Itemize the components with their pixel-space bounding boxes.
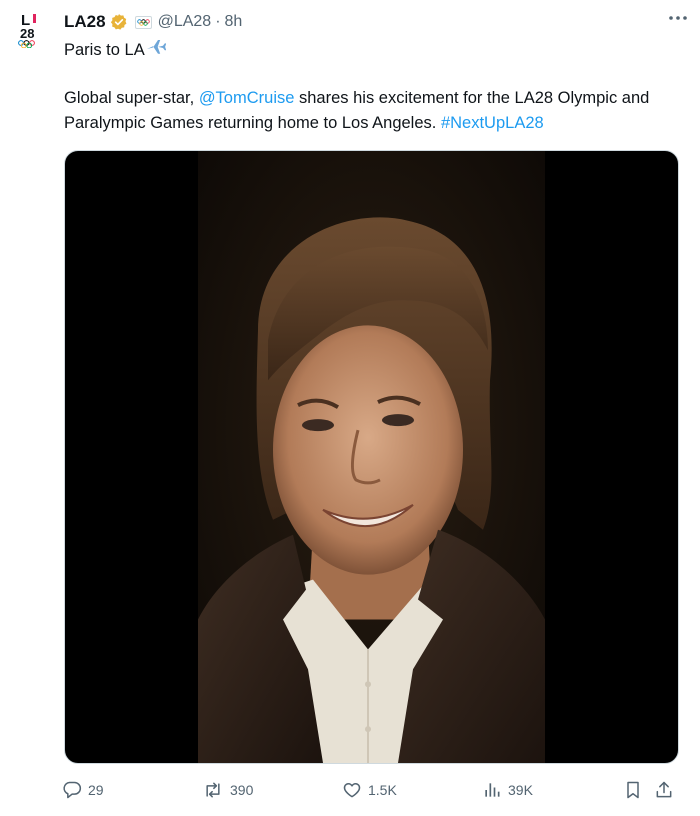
more-options-button[interactable]: [666, 8, 690, 28]
repost-button[interactable]: 390: [202, 780, 253, 800]
reply-bubble-icon: [63, 781, 82, 799]
tweet-body: Global super-star, @TomCruise shares his…: [64, 86, 684, 136]
like-button[interactable]: 1.5K: [342, 780, 397, 800]
tweet-first-line: Paris to LA: [64, 38, 684, 65]
like-count: 1.5K: [368, 782, 397, 798]
gold-verified-badge-icon[interactable]: [110, 13, 128, 31]
handle[interactable]: @LA28: [158, 13, 212, 31]
body-prefix: Global super-star,: [64, 89, 199, 107]
bookmark-icon: [627, 781, 639, 799]
display-name[interactable]: LA28: [64, 12, 106, 32]
video-frame-portrait: [198, 151, 545, 763]
share-upload-icon: [656, 781, 672, 798]
reply-button[interactable]: 29: [62, 780, 104, 800]
airplane-emoji-icon: [146, 39, 167, 65]
separator-dot: ·: [215, 13, 221, 30]
mention-link[interactable]: @TomCruise: [199, 89, 295, 107]
share-button[interactable]: [654, 780, 680, 800]
bookmark-button[interactable]: [623, 780, 649, 800]
heart-icon: [343, 783, 361, 798]
more-dots-icon: [669, 16, 687, 20]
avatar[interactable]: L 28: [12, 10, 48, 49]
first-line-text: Paris to LA: [64, 41, 145, 59]
timestamp[interactable]: 8h: [225, 13, 243, 31]
views-button[interactable]: 39K: [482, 780, 533, 800]
olympic-rings-affiliate-icon[interactable]: [134, 15, 152, 29]
tweet-header: LA28 @LA28 · 8h: [64, 10, 688, 34]
view-count: 39K: [508, 782, 533, 798]
tweet-actions: 29 390 1.5K 39K: [62, 780, 684, 804]
repost-arrows-icon: [206, 782, 220, 798]
reply-count: 29: [88, 782, 104, 798]
bar-chart-icon: [485, 783, 500, 797]
repost-count: 390: [230, 782, 254, 798]
video-media[interactable]: [64, 150, 679, 764]
logo-number: 28: [20, 26, 34, 41]
tweet-card[interactable]: L 28 LA28 @LA28 · 8h Paris to LA Global …: [0, 0, 700, 816]
hashtag-link[interactable]: #NextUpLA28: [441, 114, 544, 132]
